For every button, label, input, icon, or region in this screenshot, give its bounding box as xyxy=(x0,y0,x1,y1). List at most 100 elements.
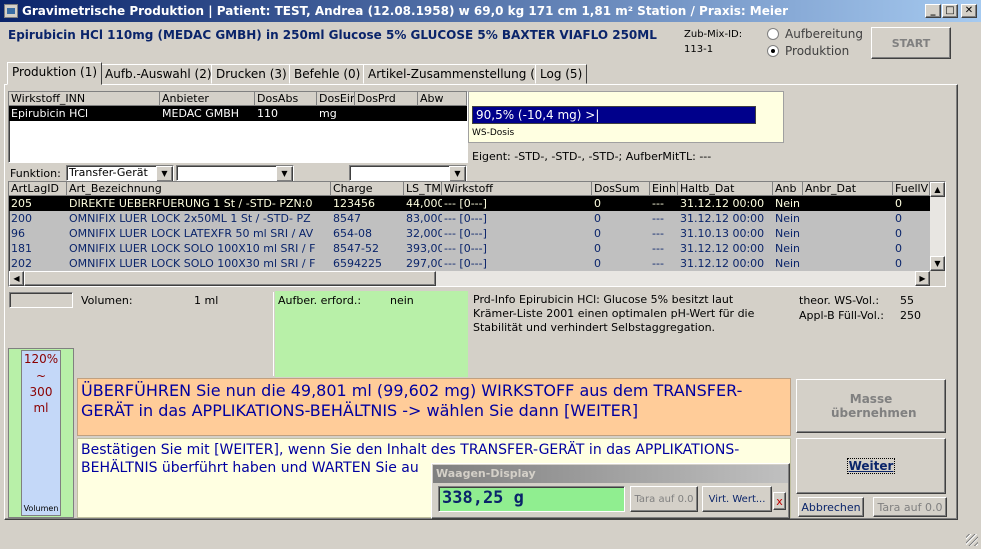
scroll-up-icon[interactable]: ▲ xyxy=(930,182,945,197)
tab-drucken[interactable]: Drucken (3) xyxy=(211,64,292,84)
waage-value-display: 338,25 g xyxy=(438,486,625,512)
col-header[interactable]: Charge xyxy=(331,182,404,196)
table-cell xyxy=(355,106,418,121)
col-header[interactable]: DosAbs xyxy=(255,92,317,106)
abbrechen-button-label: Abbrechen xyxy=(801,500,861,514)
table-row[interactable]: 200 OMNIFIX LUER LOCK 2x50ML 1 St / -STD-… xyxy=(9,211,930,226)
col-header[interactable]: Einh xyxy=(650,182,678,196)
table-cell: --- [0---] xyxy=(444,227,487,240)
funktion-select[interactable]: Transfer-Gerät ▼ xyxy=(66,165,174,182)
table-cell: --- [0---] xyxy=(444,212,487,225)
table-row[interactable]: 96 OMNIFIX LUER LOCK LATEXFR 50 ml SRI / … xyxy=(9,226,930,241)
title-bar: Gravimetrische Produktion | Patient: TES… xyxy=(0,0,981,22)
tab-log-label: Log (5) xyxy=(540,67,583,81)
chevron-down-icon[interactable]: ▼ xyxy=(449,166,466,182)
abbrechen-button[interactable]: Abbrechen xyxy=(798,497,864,517)
table-cell: 8547-52 xyxy=(333,242,379,255)
col-header[interactable]: ArtLagID xyxy=(9,182,67,196)
scroll-down-icon[interactable]: ▼ xyxy=(930,256,945,271)
col-header[interactable]: Anb xyxy=(773,182,803,196)
volume-gauge-label: Volumen xyxy=(23,504,59,513)
table-cell: 110 xyxy=(257,107,278,120)
close-window-button[interactable]: ✕ xyxy=(961,4,977,18)
table-cell: 297,00 xyxy=(406,257,442,270)
col-header[interactable]: Art_Bezeichnung xyxy=(67,182,331,196)
radio-produktion[interactable]: Produktion xyxy=(767,44,849,58)
volume-gauge-line1: 120% xyxy=(23,352,59,366)
ws-dosis-bar: 90,5% (-10,4 mg) >| xyxy=(472,106,756,124)
table-cell xyxy=(803,226,893,241)
table-row[interactable]: Epirubicin HCl MEDAC GMBH 110 mg xyxy=(9,106,467,121)
chevron-down-icon[interactable]: ▼ xyxy=(156,166,173,182)
table-cell: 0 xyxy=(895,257,902,270)
start-button[interactable]: START xyxy=(871,27,951,59)
col-header[interactable]: Anbieter xyxy=(160,92,255,106)
table-cell: MEDAC GMBH xyxy=(162,107,240,120)
vertical-scrollbar[interactable]: ▲ ▼ xyxy=(930,182,945,271)
volume-gauge-line4: ml xyxy=(33,401,49,415)
tab-produktion[interactable]: Produktion (1) xyxy=(7,62,103,85)
col-header[interactable]: Wirkstoff_INN xyxy=(9,92,160,106)
table-cell: --- [0---] xyxy=(444,257,487,270)
col-header[interactable]: Abw xyxy=(418,92,467,106)
table-row[interactable]: 205 DIREKTE UEBERFUERUNG 1 St / -STD- PZN… xyxy=(9,196,930,211)
table-cell: 202 xyxy=(11,257,32,270)
col-header[interactable]: Wirkstoff xyxy=(442,182,592,196)
minimize-button[interactable]: _ xyxy=(925,4,941,18)
table-cell: 6594225 xyxy=(333,257,382,270)
tab-befehle[interactable]: Befehle (0) xyxy=(289,64,366,84)
waagen-title: Waagen-Display xyxy=(436,467,536,480)
col-header[interactable]: LS_TM xyxy=(404,182,442,196)
table-cell: Epirubicin HCl xyxy=(11,107,89,120)
radio-circle-icon xyxy=(767,28,779,40)
virt-wert-label: Virt. Wert... xyxy=(708,493,766,505)
table-cell: 393,00 xyxy=(406,242,442,255)
tara-button[interactable]: Tara auf 0.0 xyxy=(873,497,947,517)
waagen-display-window[interactable]: Waagen-Display 338,25 g Tara auf 0.0 Vir… xyxy=(431,463,790,519)
table-cell: 31.12.12 00:00 xyxy=(680,197,765,210)
scroll-right-icon[interactable]: ▶ xyxy=(915,271,930,286)
waage-close-button[interactable]: x xyxy=(773,492,786,510)
table-cell: 0 xyxy=(594,242,601,255)
col-header[interactable]: Anbr_Dat xyxy=(803,182,893,196)
scroll-left-icon[interactable]: ◀ xyxy=(9,271,24,286)
col-header[interactable]: DosEin xyxy=(317,92,355,106)
weiter-button[interactable]: Weiter xyxy=(796,438,946,494)
tab-drucken-label: Drucken (3) xyxy=(216,67,287,81)
table-cell xyxy=(803,256,893,271)
chevron-down-icon[interactable]: ▼ xyxy=(276,166,293,182)
table-row[interactable]: 202 OMNIFIX LUER LOCK SOLO 100X30 ml SRI … xyxy=(9,256,930,271)
wirkstoff-table: Wirkstoff_INN Anbieter DosAbs DosEin Dos… xyxy=(8,91,468,163)
tab-artikel-zusammenstellung[interactable]: Artikel-Zusammenstellung (4) xyxy=(363,64,553,84)
window-title: Gravimetrische Produktion | Patient: TES… xyxy=(22,4,789,18)
funktion-select-3[interactable]: ▼ xyxy=(349,165,467,182)
volume-gauge-line2: ~ xyxy=(35,369,47,383)
applb-label: Appl-B Füll-Vol.: xyxy=(799,309,884,322)
table-cell: 32,000 xyxy=(406,227,442,240)
col-header[interactable]: DosPrd xyxy=(355,92,418,106)
waagen-title-bar[interactable]: Waagen-Display xyxy=(433,465,788,483)
waage-tara-button[interactable]: Tara auf 0.0 xyxy=(630,486,698,512)
table-cell: Nein xyxy=(775,227,801,240)
table-cell: OMNIFIX LUER LOCK 2x50ML 1 St / -STD- PZ xyxy=(69,212,311,225)
weiter-button-label: Weiter xyxy=(846,458,896,474)
resize-grip-icon[interactable] xyxy=(966,534,978,546)
table-row[interactable]: 181 OMNIFIX LUER LOCK SOLO 100X10 ml SRI … xyxy=(9,241,930,256)
virt-wert-button[interactable]: Virt. Wert... xyxy=(702,486,772,512)
applb-value: 250 xyxy=(900,309,921,322)
maximize-button[interactable]: □ xyxy=(942,4,958,18)
scroll-thumb[interactable] xyxy=(24,271,436,286)
volume-gauge: 120% ~ 300 ml Volumen xyxy=(8,348,74,518)
table-cell: 31.10.13 00:00 xyxy=(680,227,765,240)
col-header[interactable]: DosSum xyxy=(592,182,650,196)
radio-aufbereitung[interactable]: Aufbereitung xyxy=(767,27,863,41)
status-field-empty xyxy=(9,292,73,308)
tab-log[interactable]: Log (5) xyxy=(535,64,588,84)
start-button-label: START xyxy=(891,36,931,50)
masse-uebernehmen-button[interactable]: Masse übernehmen xyxy=(796,379,946,433)
horizontal-scrollbar[interactable]: ◀ ▶ xyxy=(9,271,930,286)
col-header[interactable]: Haltb_Dat xyxy=(678,182,773,196)
col-header[interactable]: FuellV xyxy=(893,182,930,196)
funktion-select-2[interactable]: ▼ xyxy=(176,165,294,182)
tab-aufb-auswahl[interactable]: Aufb.-Auswahl (2) xyxy=(100,64,217,84)
